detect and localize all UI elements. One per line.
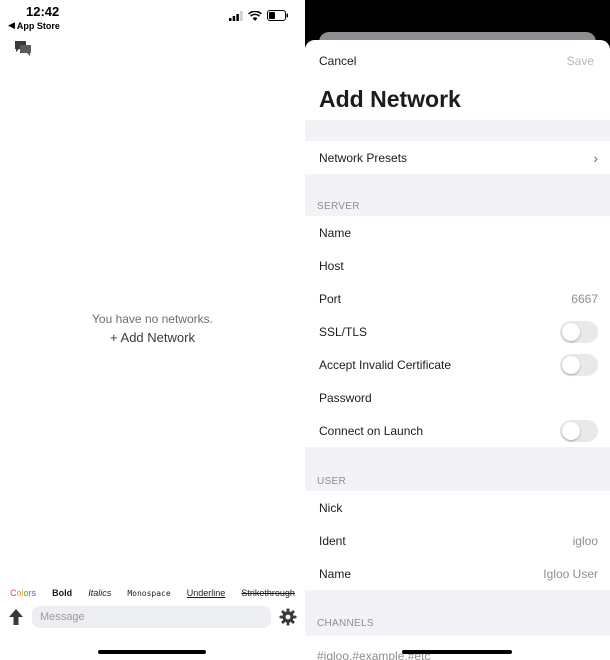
user-section-header: USER <box>317 476 346 487</box>
port-field[interactable]: Port 6667 <box>305 282 610 315</box>
nick-field[interactable]: Nick <box>305 491 610 524</box>
accept-invalid-cert-row: Accept Invalid Certificate <box>305 348 610 381</box>
back-triangle-icon: ◀ <box>8 20 15 30</box>
server-name-label: Name <box>319 225 352 240</box>
network-list-pane: 12:42 ◀ App Store You have no networks. … <box>0 0 305 660</box>
user-name-field[interactable]: Name Igloo User <box>305 557 610 590</box>
chevron-right-icon: › <box>593 149 598 166</box>
ssl-row: SSL/TLS <box>305 315 610 348</box>
message-composer <box>8 606 297 628</box>
status-time: 12:42 <box>26 4 60 19</box>
network-presets-row[interactable]: Network Presets › <box>305 141 610 174</box>
port-label: Port <box>319 291 342 306</box>
back-app-label: App Store <box>16 20 60 31</box>
add-network-link[interactable]: + Add Network <box>0 330 305 345</box>
empty-networks-message: You have no networks. <box>92 312 213 326</box>
format-italics-button[interactable]: Italics <box>88 588 111 598</box>
cancel-button[interactable]: Cancel <box>319 54 356 68</box>
back-to-app-store[interactable]: ◀ App Store <box>8 20 60 31</box>
add-network-screen: Cancel Save Add Network Network Presets … <box>305 0 610 660</box>
ident-label: Ident <box>319 533 346 548</box>
format-underline-button[interactable]: Underline <box>187 588 226 598</box>
channels-input[interactable] <box>305 636 610 660</box>
ident-value: igloo <box>572 533 598 548</box>
signal-icon <box>229 10 243 21</box>
wifi-icon <box>248 10 262 21</box>
up-arrow-icon[interactable] <box>8 608 24 626</box>
status-icons <box>229 10 289 21</box>
password-label: Password <box>319 390 372 405</box>
host-field[interactable]: Host <box>305 249 610 282</box>
connect-on-launch-toggle[interactable] <box>560 419 598 442</box>
home-indicator-right[interactable] <box>402 650 512 654</box>
format-bold-button[interactable]: Bold <box>52 588 72 598</box>
format-colors-button[interactable]: Colors <box>10 588 36 598</box>
chat-bubbles-icon[interactable] <box>14 40 32 56</box>
message-input[interactable] <box>32 606 271 628</box>
user-name-label: Name <box>319 566 352 581</box>
save-button[interactable]: Save <box>567 54 594 68</box>
accept-invalid-cert-toggle[interactable] <box>560 353 598 376</box>
server-name-field[interactable]: Name <box>305 216 610 249</box>
format-toolbar: Colors Bold Italics Monospace Underline … <box>10 588 295 598</box>
connect-on-launch-row: Connect on Launch <box>305 414 610 447</box>
battery-icon <box>267 10 288 21</box>
connect-on-launch-label: Connect on Launch <box>319 423 424 438</box>
password-field[interactable]: Password <box>305 381 610 414</box>
server-section-header: SERVER <box>317 201 360 212</box>
format-strikethrough-button[interactable]: Strikethrough <box>241 588 295 598</box>
home-indicator[interactable] <box>98 650 206 654</box>
ident-field[interactable]: Ident igloo <box>305 524 610 557</box>
ssl-label: SSL/TLS <box>319 324 368 339</box>
add-network-sheet: Cancel Save Add Network Network Presets … <box>305 40 610 660</box>
format-monospace-button[interactable]: Monospace <box>127 589 170 598</box>
user-name-value: Igloo User <box>543 566 598 581</box>
page-title: Add Network <box>319 86 461 112</box>
channels-section-header: CHANNELS <box>317 618 374 629</box>
network-presets-label: Network Presets <box>319 150 408 165</box>
port-value: 6667 <box>571 291 598 306</box>
accept-invalid-cert-label: Accept Invalid Certificate <box>319 357 452 372</box>
ssl-toggle[interactable] <box>560 320 598 343</box>
host-label: Host <box>319 258 344 273</box>
nick-label: Nick <box>319 500 343 515</box>
gear-icon[interactable] <box>279 608 297 626</box>
